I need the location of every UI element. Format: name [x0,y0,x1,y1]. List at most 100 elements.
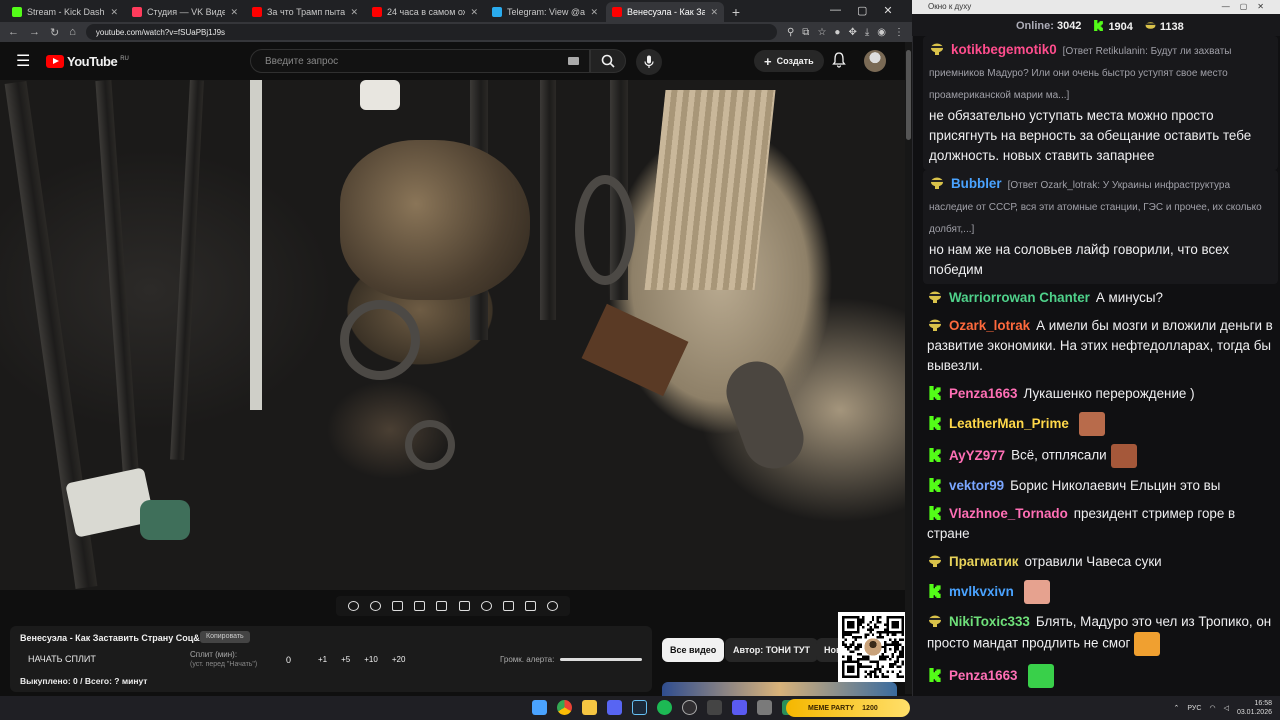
alert-volume-label: Громк. алерта: [500,655,555,664]
volume-icon[interactable]: ◁ [1224,704,1229,712]
chat-username[interactable]: NikiToxic333 [949,614,1030,629]
app-icon[interactable] [707,700,722,715]
scrollbar-thumb[interactable] [906,50,911,140]
tab-close-icon[interactable]: ✕ [110,7,118,18]
browser-tab[interactable]: Венесуэла - Как Заставить ✕ [606,2,724,22]
youtube-logo[interactable]: YouTube RU [46,54,129,69]
tab-close-icon[interactable]: ✕ [350,7,358,18]
chip-author[interactable]: Автор: ТОНИ ТУТ [725,638,819,662]
player-extension-toolbar [336,596,570,616]
maximize-button[interactable]: ▢ [857,4,867,17]
alert-volume-slider[interactable] [560,658,642,661]
obs-icon[interactable] [682,700,697,715]
browser-tab[interactable]: За что Трамп пытается убить ✕ [246,2,364,22]
chat-username[interactable]: Penza1663 [949,668,1018,683]
clapper-icon[interactable] [414,601,426,611]
gear-icon[interactable] [547,601,559,611]
back-icon[interactable]: ← [8,26,19,38]
notifications-bell-icon[interactable] [832,52,846,73]
browser-tab[interactable]: Студия — VK Видео Live ✕ [126,2,244,22]
chat-username[interactable]: Warriorrowan Chanter [949,290,1090,305]
chip-all-videos[interactable]: Все видео [662,638,725,662]
search-button[interactable] [590,49,626,73]
start-split-button[interactable]: НАЧАТЬ СПЛИТ [28,654,96,664]
add-clip-icon[interactable] [502,601,514,611]
chat-message-list[interactable]: kotikbegemotik0 [Ответ Retikulanin: Будут… [912,36,1280,696]
chat-username[interactable]: Bubbler [951,176,1002,191]
chat-message: Прагматик отравили Чавеса суки [927,548,1274,576]
zoom-icon[interactable]: ⚲ [787,27,794,38]
search-icon [601,54,615,68]
clock[interactable]: 16:58 03.01.2026 [1237,699,1272,717]
media-player-icon[interactable] [732,700,747,715]
increment-button[interactable]: +10 [364,655,378,664]
chat-username[interactable]: Ozark_lotrak [949,318,1030,333]
voice-search-button[interactable] [636,49,662,75]
tab-close-icon[interactable]: ✕ [230,7,238,18]
fullscreen-icon[interactable] [436,601,448,611]
speed-icon[interactable] [480,601,492,611]
chat-username[interactable]: Прагматик [949,554,1019,569]
app-icon[interactable] [757,700,772,715]
home-icon[interactable]: ⌂ [69,26,76,38]
minimize-button[interactable]: — [830,4,841,17]
translate-icon[interactable]: ⧉ [802,27,809,38]
screen-icon[interactable] [391,601,403,611]
hamburger-menu-icon[interactable]: ☰ [16,51,38,71]
create-button[interactable]: + Создать [754,50,824,72]
loop-icon[interactable] [347,601,359,611]
forward-icon[interactable]: → [29,26,40,38]
chat-username[interactable]: AyYZ977 [949,448,1005,463]
chrome-icon[interactable] [557,700,572,715]
search-input[interactable]: Введите запрос [250,49,590,73]
tray-chevron-icon[interactable]: ⌃ [1174,704,1180,712]
chat-username[interactable]: kotikbegemotik0 [951,42,1057,57]
vk-viewer-icon [1145,21,1156,29]
spotify-icon[interactable] [657,700,672,715]
browser-tab[interactable]: Telegram: View @abuwtf ✕ [486,2,604,22]
tab-close-icon[interactable]: ✕ [590,7,598,18]
new-tab-button[interactable]: + [726,2,746,22]
meme-party-widget[interactable]: MEME PARTY 1200 [786,699,910,717]
steam-icon[interactable] [632,700,647,715]
browser-tab[interactable]: Stream - Kick Dashboard ✕ [6,2,124,22]
increment-button[interactable]: +20 [392,655,406,664]
chat-username[interactable]: Vlazhnoe_Tornado [949,506,1068,521]
account-avatar[interactable] [864,50,886,72]
discord-icon[interactable] [607,700,622,715]
browser-tab[interactable]: 24 часа в самом ожиревшем ✕ [366,2,484,22]
folder-icon[interactable] [582,700,597,715]
profile-icon[interactable]: ◉ [877,27,886,38]
bookmark-star-icon[interactable]: ☆ [817,27,826,38]
download-icon[interactable]: ⤓ [865,27,869,38]
copy-button[interactable]: Копировать [200,631,250,643]
kick-badge-icon [929,667,941,682]
chat-username[interactable]: mvlkvxivn [949,584,1014,599]
broadcast-icon[interactable] [369,601,381,611]
chat-username[interactable]: Penza1663 [949,386,1018,401]
url-field[interactable]: youtube.com/watch?v=fSUaPBj1J9s [85,24,777,40]
extension-icon[interactable]: ● [834,27,840,38]
close-window-button[interactable]: ✕ [883,4,892,17]
create-label: Создать [776,56,814,66]
puzzle-icon[interactable]: ✥ [848,27,856,38]
increment-button[interactable]: +1 [318,655,327,664]
page-scrollbar[interactable] [905,42,912,694]
windows-start-icon[interactable] [532,700,547,715]
reload-icon[interactable]: ↻ [50,26,59,39]
recommended-video-thumbnail[interactable] [662,682,897,696]
chat-window-controls[interactable]: —▢✕ [1222,0,1274,14]
camera-icon[interactable] [525,601,537,611]
keyboard-icon[interactable] [568,57,579,65]
menu-kebab-icon[interactable]: ⋮ [894,27,904,38]
chat-username[interactable]: LeatherMan_Prime [949,416,1069,431]
tab-close-icon[interactable]: ✕ [710,7,718,18]
video-player[interactable] [0,80,905,590]
language-indicator[interactable]: РУС [1187,705,1201,712]
tab-close-icon[interactable]: ✕ [470,7,478,18]
wifi-icon[interactable]: ◠ [1209,704,1215,712]
increment-button[interactable]: +5 [341,655,350,664]
theater-icon[interactable] [458,601,470,611]
split-value[interactable]: 0 [286,655,291,665]
chat-username[interactable]: vektor99 [949,478,1004,493]
